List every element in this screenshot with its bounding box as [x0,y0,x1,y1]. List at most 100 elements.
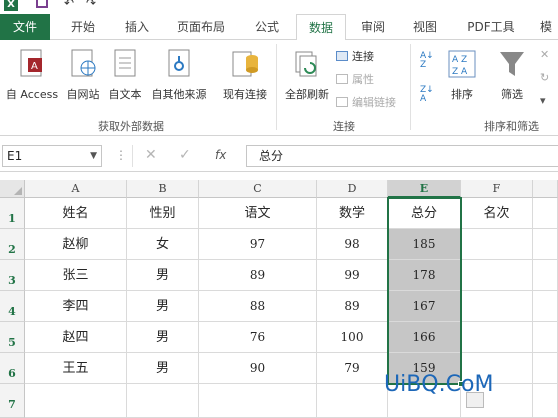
properties-command[interactable]: 属性 [336,71,374,87]
reapply-filter-icon[interactable]: ↻ [540,71,549,84]
tab-formulas[interactable]: 公式 [242,14,292,40]
column-header-d[interactable]: D [317,180,388,198]
refresh-all-button[interactable]: 全部刷新 [280,48,334,102]
name-box[interactable]: E1 ▼ [2,145,102,167]
cell-d5[interactable]: 100 [317,322,388,353]
cell-b5[interactable]: 男 [127,322,199,353]
cell-b7[interactable] [127,384,199,418]
row-header-4[interactable]: 4 [0,291,25,322]
tab-view[interactable]: 视图 [402,14,448,40]
cell-c2[interactable]: 97 [199,229,317,260]
cell-a4[interactable]: 李四 [25,291,127,322]
function-icon[interactable]: fx [215,148,226,162]
cell-b4[interactable]: 男 [127,291,199,322]
cell-e1[interactable]: 总分 [388,198,461,229]
svg-text:A Z: A Z [452,55,467,65]
cell-a1[interactable]: 姓名 [25,198,127,229]
tab-file[interactable]: 文件 [0,14,50,40]
drag-handle-icon[interactable]: ⋮ [115,148,127,162]
cell-d7[interactable] [317,384,388,418]
cell-b2[interactable]: 女 [127,229,199,260]
from-access-button[interactable]: A 自 Access [2,48,62,102]
cell-b6[interactable]: 男 [127,353,199,384]
cell-c4[interactable]: 88 [199,291,317,322]
cell-f4[interactable] [461,291,533,322]
edit-links-command[interactable]: 编辑链接 [336,94,396,110]
cell-f1[interactable]: 名次 [461,198,533,229]
cell-b1[interactable]: 性别 [127,198,199,229]
cell-g3[interactable] [533,260,558,291]
select-all-corner[interactable] [0,180,25,198]
cell-a3[interactable]: 张三 [25,260,127,291]
existing-connections-icon [232,51,258,77]
cell-b3[interactable]: 男 [127,260,199,291]
undo-icon[interactable]: ↶ [64,0,74,10]
from-web-button[interactable]: 自网站 [62,48,104,102]
tab-home[interactable]: 开始 [58,14,108,40]
cell-a5[interactable]: 赵四 [25,322,127,353]
enter-icon[interactable]: ✓ [179,147,191,163]
row-header-7[interactable]: 7 [0,384,25,418]
save-icon[interactable] [36,0,48,8]
cell-c7[interactable] [199,384,317,418]
tab-review[interactable]: 审阅 [350,14,396,40]
chevron-down-icon[interactable]: ▼ [90,146,97,166]
sort-descending-button[interactable]: Z↓ A [420,86,434,104]
cell-f2[interactable] [461,229,533,260]
column-header-g[interactable] [533,180,558,198]
column-header-e[interactable]: E [388,180,461,198]
cell-c1[interactable]: 语文 [199,198,317,229]
redo-icon[interactable]: ↷ [86,0,96,10]
cell-g5[interactable] [533,322,558,353]
cell-a7[interactable] [25,384,127,418]
column-header-a[interactable]: A [25,180,127,198]
row-header-5[interactable]: 5 [0,322,25,353]
cell-a6[interactable]: 王五 [25,353,127,384]
cell-g4[interactable] [533,291,558,322]
from-other-sources-button[interactable]: 自其他来源 [146,48,212,102]
cell-a2[interactable]: 赵柳 [25,229,127,260]
cell-d6[interactable]: 79 [317,353,388,384]
cell-c3[interactable]: 89 [199,260,317,291]
filter-button[interactable]: 筛选 [494,48,530,102]
column-header-f[interactable]: F [461,180,533,198]
sort-ascending-button[interactable]: A↓ Z [420,52,434,70]
cell-f3[interactable] [461,260,533,291]
row-header-2[interactable]: 2 [0,229,25,260]
cell-d3[interactable]: 99 [317,260,388,291]
sort-button[interactable]: A Z Z A 排序 [444,48,480,102]
cell-e5[interactable]: 166 [388,322,461,353]
cell-e3[interactable]: 178 [388,260,461,291]
tab-insert[interactable]: 插入 [112,14,162,40]
column-header-c[interactable]: C [199,180,317,198]
cell-e4[interactable]: 167 [388,291,461,322]
connections-command[interactable]: 连接 [336,48,374,64]
tab-more[interactable]: 模 [534,14,558,40]
from-text-button[interactable]: 自文本 [104,48,146,102]
tab-data[interactable]: 数据 [296,14,346,41]
existing-connections-button[interactable]: 现有连接 [218,48,272,102]
cell-g2[interactable] [533,229,558,260]
cell-c5[interactable]: 76 [199,322,317,353]
cell-d2[interactable]: 98 [317,229,388,260]
tab-page-layout[interactable]: 页面布局 [168,14,234,40]
refresh-icon [295,51,317,77]
access-database-icon: A [20,49,42,77]
tab-pdf-tools[interactable]: PDF工具 [456,14,526,40]
row-header-3[interactable]: 3 [0,260,25,291]
cell-e2[interactable]: 185 [388,229,461,260]
column-header-b[interactable]: B [127,180,199,198]
advanced-filter-icon[interactable]: ▾ [540,94,546,107]
cell-d4[interactable]: 89 [317,291,388,322]
clear-filter-icon[interactable]: ✕ [540,48,549,61]
cell-g7[interactable] [533,384,558,418]
row-header-6[interactable]: 6 [0,353,25,384]
cell-d1[interactable]: 数学 [317,198,388,229]
row-header-1[interactable]: 1 [0,198,25,229]
cell-c6[interactable]: 90 [199,353,317,384]
cell-g1[interactable] [533,198,558,229]
formula-input[interactable]: 总分 [246,145,558,167]
cancel-icon[interactable]: ✕ [145,147,157,163]
cell-f5[interactable] [461,322,533,353]
cell-g6[interactable] [533,353,558,384]
